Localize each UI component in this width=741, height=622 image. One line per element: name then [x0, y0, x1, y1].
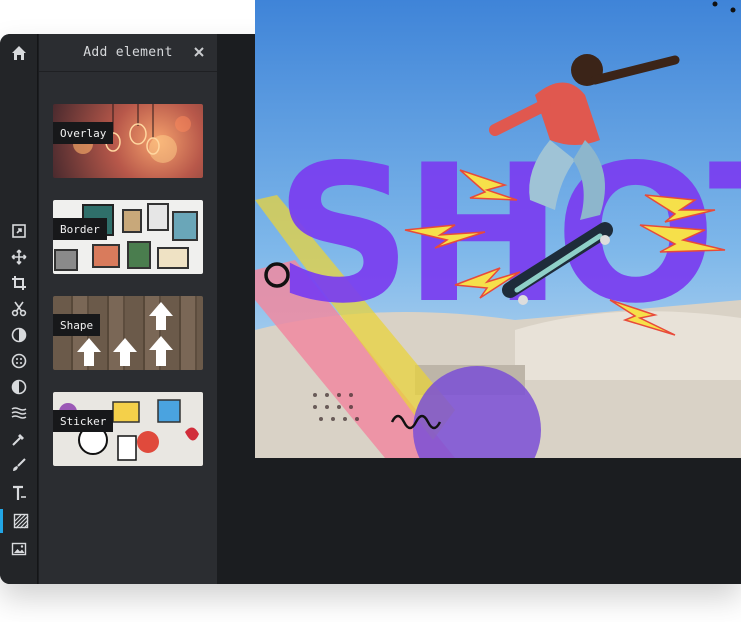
- wave-icon: [11, 407, 27, 419]
- element-card-shape[interactable]: Shape: [53, 296, 203, 370]
- tool-sidebar: [0, 34, 38, 584]
- dropper-icon: [12, 434, 24, 446]
- element-label-sticker: Sticker: [53, 410, 114, 432]
- tool-dots[interactable]: [0, 349, 38, 373]
- resize-icon: [12, 224, 26, 238]
- add-element-panel: Add element Overlay Border Shape Sticker: [39, 34, 217, 584]
- tool-move[interactable]: [0, 245, 38, 269]
- close-button[interactable]: [191, 44, 207, 60]
- home-icon: [12, 46, 26, 60]
- add-element-icon: [13, 513, 28, 529]
- tool-image[interactable]: [0, 537, 38, 561]
- home-button[interactable]: [0, 34, 38, 72]
- close-icon: [194, 47, 204, 57]
- canvas-image[interactable]: SHOT: [255, 0, 741, 458]
- brush-icon: [13, 458, 26, 471]
- tool-text[interactable]: [0, 481, 38, 505]
- element-card-sticker[interactable]: Sticker: [53, 392, 203, 466]
- element-label-overlay: Overlay: [53, 122, 114, 144]
- text-icon: [13, 485, 26, 500]
- tool-crop[interactable]: [0, 271, 38, 295]
- canvas-artwork: SHOT: [255, 0, 741, 458]
- element-label-border: Border: [53, 218, 107, 240]
- tool-add-element[interactable]: [0, 509, 38, 533]
- element-card-border[interactable]: Border: [53, 200, 203, 274]
- element-card-overlay[interactable]: Overlay: [53, 104, 203, 178]
- cut-icon: [11, 301, 27, 317]
- crop-icon: [12, 276, 26, 290]
- tool-cut[interactable]: [0, 297, 38, 321]
- panel-header: Add element: [39, 34, 217, 72]
- dots-icon: [11, 353, 27, 369]
- image-icon: [11, 542, 27, 556]
- element-label-shape: Shape: [53, 314, 101, 336]
- move-icon: [11, 249, 27, 265]
- tool-wave[interactable]: [0, 401, 38, 425]
- contrast-icon: [11, 379, 27, 395]
- tool-brush[interactable]: [0, 453, 38, 477]
- tool-resize[interactable]: [0, 219, 38, 243]
- exposure-icon: [11, 327, 27, 343]
- tool-contrast[interactable]: [0, 375, 38, 399]
- tool-exposure[interactable]: [0, 323, 38, 347]
- tool-dropper[interactable]: [0, 427, 38, 451]
